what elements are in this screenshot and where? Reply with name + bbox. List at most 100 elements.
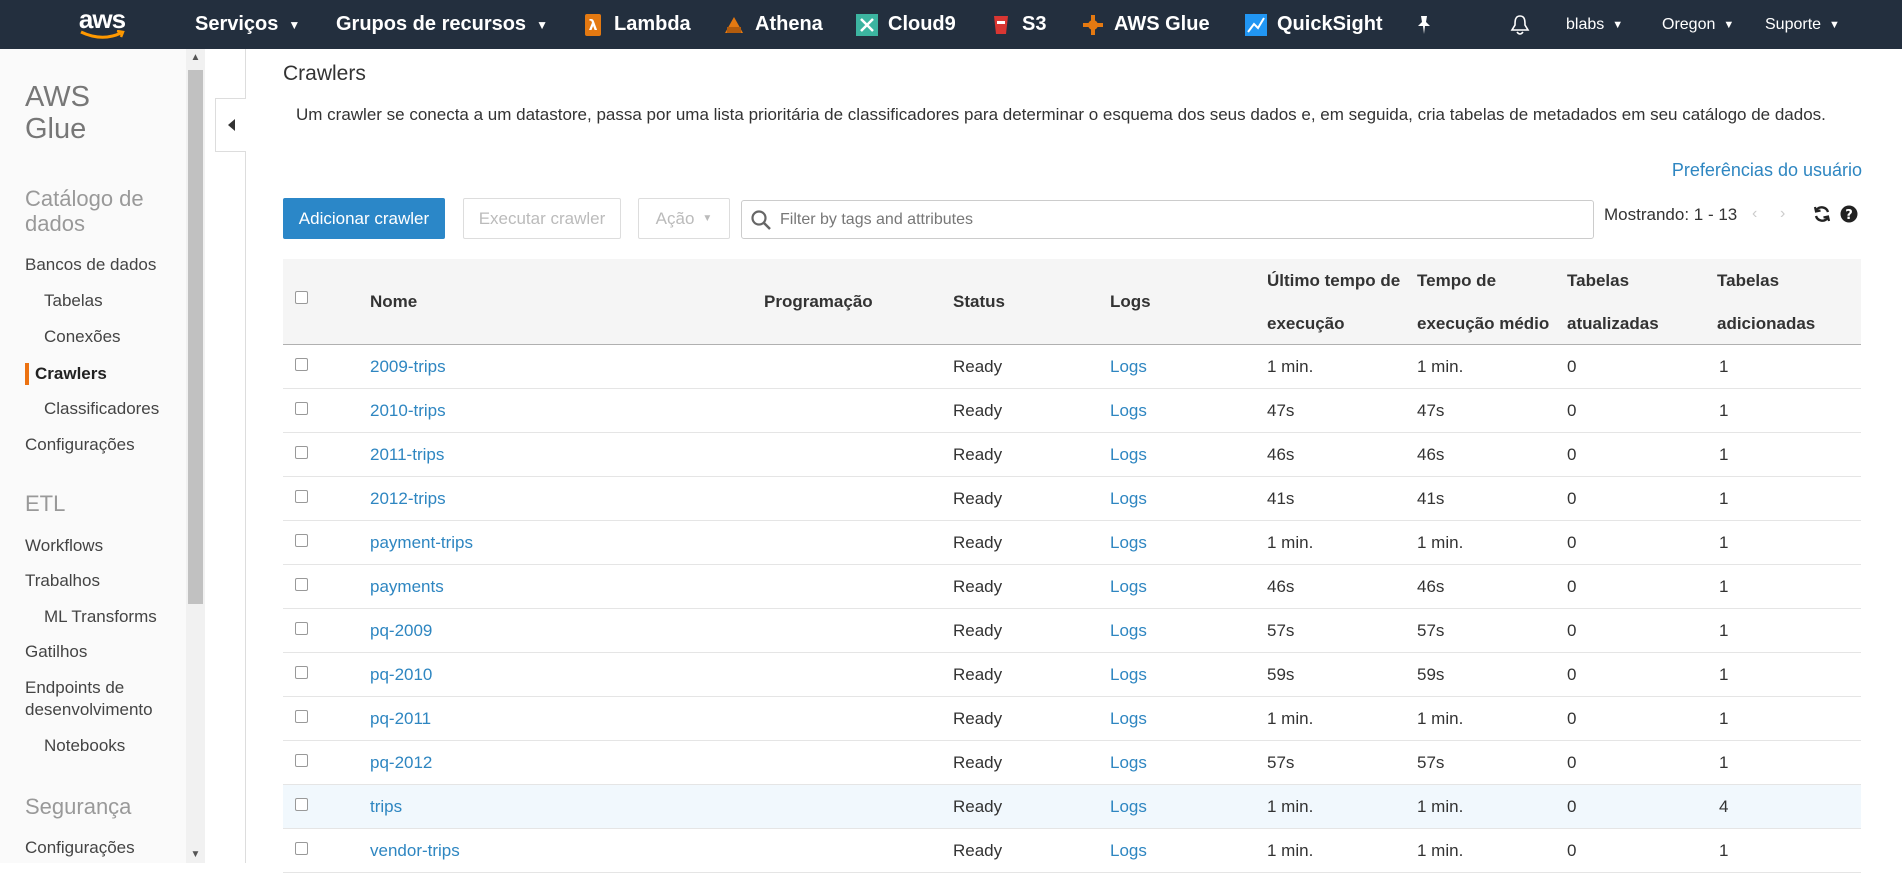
account-menu[interactable]: blabs ▼ xyxy=(1566,0,1623,49)
crawler-name-link[interactable]: 2011-trips xyxy=(370,433,444,476)
scroll-up-arrow-icon[interactable]: ▲ xyxy=(186,49,205,66)
services-menu[interactable]: Serviços ▼ xyxy=(195,0,300,49)
sidebar-scrollbar[interactable]: ▲ ▼ xyxy=(186,49,205,863)
row-checkbox[interactable] xyxy=(295,402,308,415)
row-checkbox[interactable] xyxy=(295,490,308,503)
row-checkbox[interactable] xyxy=(295,446,308,459)
header-last-runtime-line2[interactable]: execução xyxy=(1267,302,1345,345)
row-checkbox[interactable] xyxy=(295,842,308,855)
row-checkbox[interactable] xyxy=(295,754,308,767)
user-preferences-link[interactable]: Preferências do usuário xyxy=(1672,160,1862,181)
table-row[interactable]: trips Ready Logs 1 min. 1 min. 0 4 xyxy=(283,785,1861,829)
crawler-name-link[interactable]: vendor-trips xyxy=(370,829,460,872)
refresh-icon[interactable] xyxy=(1811,202,1833,226)
table-row[interactable]: 2009-trips Ready Logs 1 min. 1 min. 0 1 xyxy=(283,345,1861,389)
sidebar-item-crawlers[interactable]: Crawlers xyxy=(35,363,107,385)
resource-groups-menu[interactable]: Grupos de recursos ▼ xyxy=(336,0,548,49)
logs-link[interactable]: Logs xyxy=(1110,477,1147,520)
header-last-runtime[interactable]: Último tempo de xyxy=(1267,259,1400,302)
crawler-name-link[interactable]: 2010-trips xyxy=(370,389,446,432)
add-crawler-button[interactable]: Adicionar crawler xyxy=(283,198,445,239)
table-row[interactable]: payments Ready Logs 46s 46s 0 1 xyxy=(283,565,1861,609)
header-median-runtime[interactable]: Tempo de xyxy=(1417,259,1496,302)
region-menu[interactable]: Oregon ▼ xyxy=(1662,0,1734,49)
row-checkbox[interactable] xyxy=(295,710,308,723)
logs-link[interactable]: Logs xyxy=(1110,741,1147,784)
logs-link[interactable]: Logs xyxy=(1110,433,1147,476)
table-row[interactable]: payment-trips Ready Logs 1 min. 1 min. 0 1 xyxy=(283,521,1861,565)
logs-link[interactable]: Logs xyxy=(1110,653,1147,696)
crawler-name-link[interactable]: pq-2010 xyxy=(370,653,432,696)
sidebar-item-connections[interactable]: Conexões xyxy=(44,326,121,348)
sidebar-item-notebooks[interactable]: Notebooks xyxy=(44,735,125,757)
action-dropdown[interactable]: Ação ▼ xyxy=(638,198,730,239)
sidebar-item-databases[interactable]: Bancos de dados xyxy=(25,254,156,276)
shortcut-aws-glue[interactable]: AWS Glue xyxy=(1082,0,1210,49)
header-logs[interactable]: Logs xyxy=(1110,280,1151,323)
pin-icon[interactable] xyxy=(1415,0,1433,49)
notifications-bell-icon[interactable] xyxy=(1510,0,1530,49)
shortcut-lambda[interactable]: λ Lambda xyxy=(582,0,691,49)
table-row[interactable]: vendor-trips Ready Logs 1 min. 1 min. 0 1 xyxy=(283,829,1861,873)
shortcut-s3[interactable]: S3 xyxy=(990,0,1046,49)
table-row[interactable]: 2011-trips Ready Logs 46s 46s 0 1 xyxy=(283,433,1861,477)
logs-link[interactable]: Logs xyxy=(1110,345,1147,388)
logs-link[interactable]: Logs xyxy=(1110,521,1147,564)
support-menu[interactable]: Suporte ▼ xyxy=(1765,0,1840,49)
run-crawler-button[interactable]: Executar crawler xyxy=(463,198,621,239)
sidebar-item-dev-endpoints-line1[interactable]: Endpoints de xyxy=(25,677,124,699)
row-checkbox[interactable] xyxy=(295,798,308,811)
crawler-name-link[interactable]: 2012-trips xyxy=(370,477,446,520)
header-tables-updated-line2[interactable]: atualizadas xyxy=(1567,302,1659,345)
shortcut-athena[interactable]: Athena xyxy=(723,0,823,49)
sidebar-item-security-settings[interactable]: Configurações xyxy=(25,837,135,859)
row-checkbox[interactable] xyxy=(295,666,308,679)
select-all-checkbox[interactable] xyxy=(295,291,308,304)
sidebar-item-settings[interactable]: Configurações xyxy=(25,434,135,456)
table-row[interactable]: pq-2009 Ready Logs 57s 57s 0 1 xyxy=(283,609,1861,653)
sidebar-item-triggers[interactable]: Gatilhos xyxy=(25,641,87,663)
crawler-name-link[interactable]: payment-trips xyxy=(370,521,473,564)
row-checkbox[interactable] xyxy=(295,578,308,591)
help-icon[interactable]: ? xyxy=(1838,202,1860,226)
aws-logo[interactable]: aws xyxy=(75,6,129,42)
crawler-name-link[interactable]: pq-2012 xyxy=(370,741,432,784)
logs-link[interactable]: Logs xyxy=(1110,609,1147,652)
header-median-runtime-line2[interactable]: execução médio xyxy=(1417,302,1549,345)
shortcut-cloud9[interactable]: Cloud9 xyxy=(856,0,956,49)
table-row[interactable]: 2010-trips Ready Logs 47s 47s 0 1 xyxy=(283,389,1861,433)
scroll-down-arrow-icon[interactable]: ▼ xyxy=(186,846,205,863)
header-tables-added-line2[interactable]: adicionadas xyxy=(1717,302,1815,345)
next-page-icon[interactable]: › xyxy=(1780,205,1785,223)
crawler-name-link[interactable]: pq-2009 xyxy=(370,609,432,652)
crawler-name-link[interactable]: pq-2011 xyxy=(370,697,431,740)
collapse-sidebar-button[interactable] xyxy=(215,98,246,152)
logs-link[interactable]: Logs xyxy=(1110,565,1147,608)
crawler-name-link[interactable]: 2009-trips xyxy=(370,345,446,388)
logs-link[interactable]: Logs xyxy=(1110,389,1147,432)
header-status[interactable]: Status xyxy=(953,280,1005,323)
header-schedule[interactable]: Programação xyxy=(764,280,873,323)
table-row[interactable]: pq-2012 Ready Logs 57s 57s 0 1 xyxy=(283,741,1861,785)
row-checkbox[interactable] xyxy=(295,622,308,635)
sidebar-item-jobs[interactable]: Trabalhos xyxy=(25,570,100,592)
logs-link[interactable]: Logs xyxy=(1110,697,1147,740)
row-checkbox[interactable] xyxy=(295,534,308,547)
shortcut-quicksight[interactable]: QuickSight xyxy=(1245,0,1383,49)
sidebar-item-workflows[interactable]: Workflows xyxy=(25,535,103,557)
logs-link[interactable]: Logs xyxy=(1110,785,1147,828)
crawler-name-link[interactable]: payments xyxy=(370,565,444,608)
header-tables-added[interactable]: Tabelas xyxy=(1717,259,1779,302)
search-input[interactable] xyxy=(780,210,1560,229)
crawler-name-link[interactable]: trips xyxy=(370,785,402,828)
header-name[interactable]: Nome xyxy=(370,280,417,323)
sidebar-item-classifiers[interactable]: Classificadores xyxy=(44,398,159,420)
prev-page-icon[interactable]: ‹ xyxy=(1752,205,1757,223)
table-row[interactable]: pq-2011 Ready Logs 1 min. 1 min. 0 1 xyxy=(283,697,1861,741)
filter-search-box[interactable] xyxy=(741,200,1594,239)
table-row[interactable]: 2012-trips Ready Logs 41s 41s 0 1 xyxy=(283,477,1861,521)
sidebar-item-tables[interactable]: Tabelas xyxy=(44,290,103,312)
header-tables-updated[interactable]: Tabelas xyxy=(1567,259,1629,302)
scrollbar-thumb[interactable] xyxy=(188,70,203,604)
table-row[interactable]: pq-2010 Ready Logs 59s 59s 0 1 xyxy=(283,653,1861,697)
